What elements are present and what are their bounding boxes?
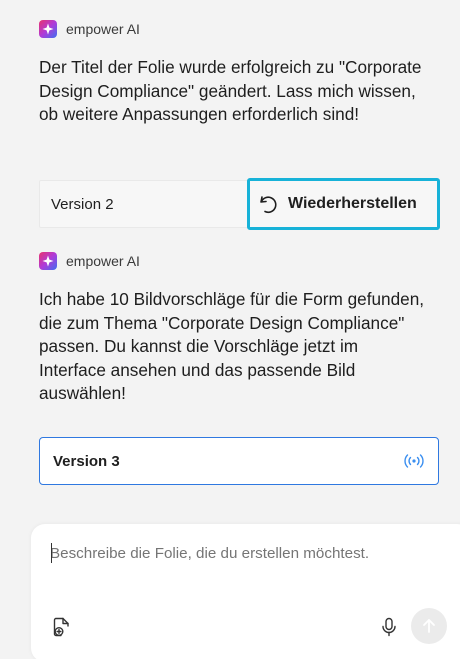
- composer: [31, 524, 460, 659]
- send-button[interactable]: [411, 608, 447, 644]
- restore-button[interactable]: Wiederherstellen: [247, 178, 440, 230]
- undo-icon: [256, 193, 278, 215]
- add-document-icon[interactable]: [52, 616, 72, 638]
- assistant-message: Der Titel der Folie wurde erfolgreich zu…: [39, 57, 422, 124]
- version-label: Version 2: [51, 195, 114, 213]
- version-card-active[interactable]: Version 3: [39, 437, 439, 485]
- assistant-message: Ich habe 10 Bildvorschläge für die Form …: [39, 289, 425, 403]
- sender-name: empower AI: [66, 253, 140, 269]
- prompt-input[interactable]: [50, 542, 450, 564]
- restore-label: Wiederherstellen: [288, 195, 417, 212]
- message-sender: empower AI: [39, 251, 140, 271]
- sender-name: empower AI: [66, 21, 140, 37]
- chat-panel: empower AI Der Titel der Folie wurde erf…: [0, 0, 460, 659]
- version-label: Version 3: [53, 452, 120, 470]
- arrow-up-icon: [423, 619, 435, 633]
- empower-logo-icon: [39, 252, 57, 270]
- text-cursor: [51, 543, 52, 563]
- empower-logo-icon: [39, 20, 57, 38]
- microphone-icon[interactable]: [379, 616, 399, 638]
- message-sender: empower AI: [39, 19, 140, 39]
- broadcast-icon[interactable]: [401, 451, 427, 471]
